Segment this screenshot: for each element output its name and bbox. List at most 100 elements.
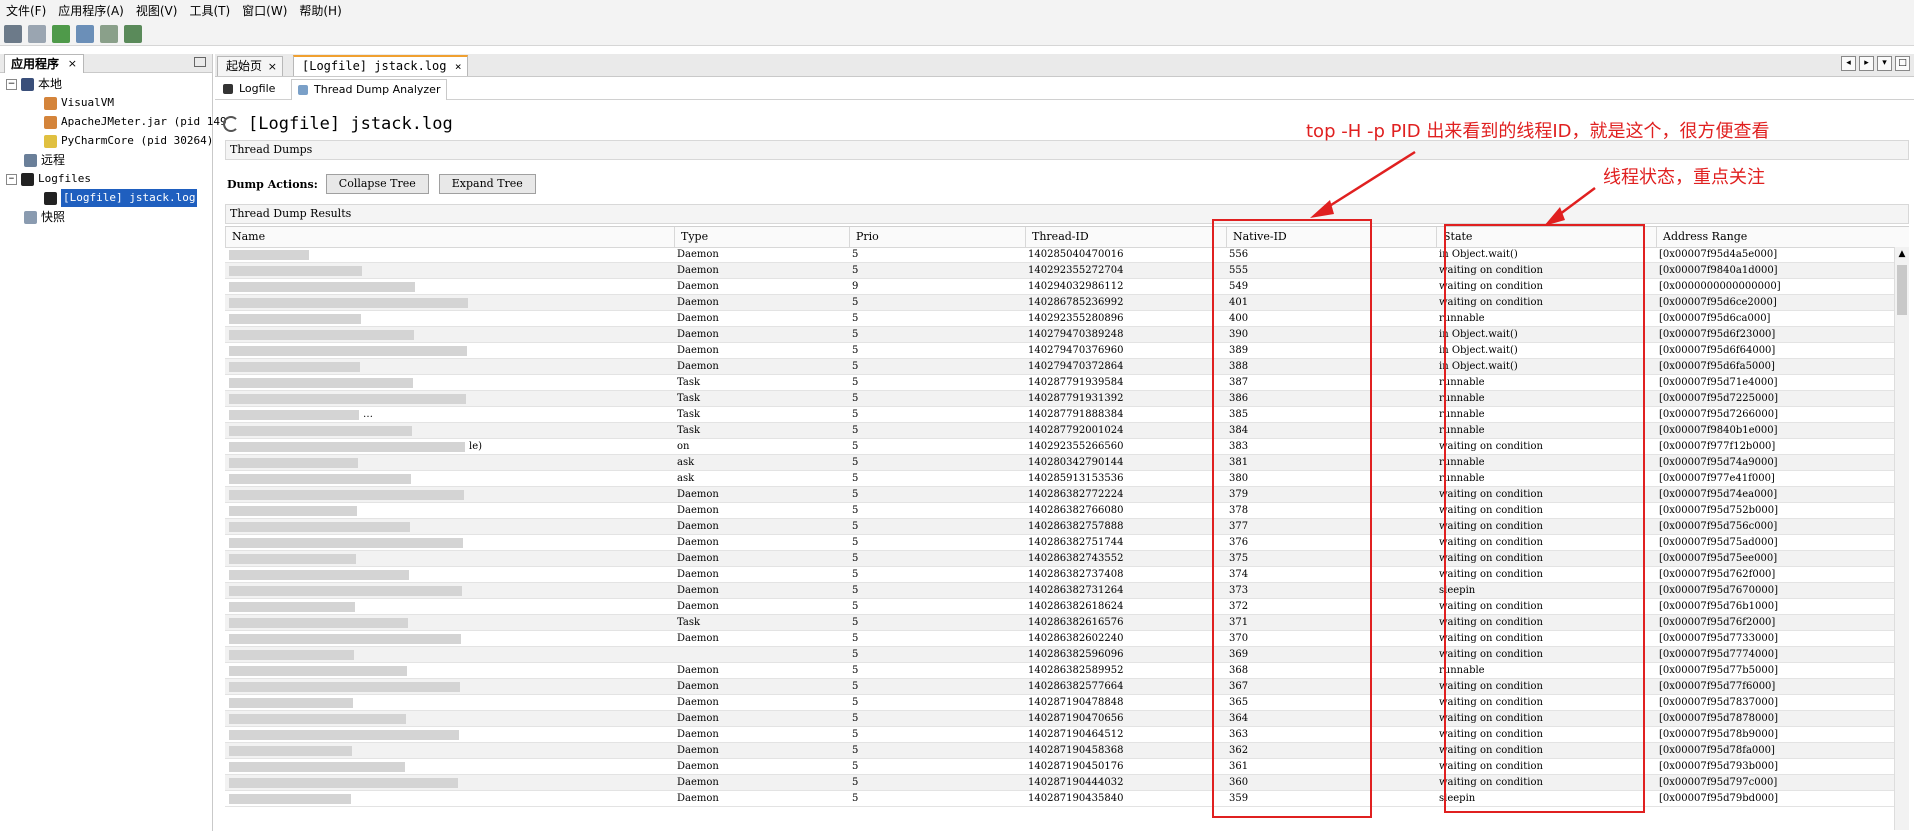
tree-node-jmeter[interactable]: ApacheJMeter.jar (pid 149 [44,113,227,131]
table-row[interactable]: Daemon 5 140286785236992 401 waiting on cond… [225,295,1909,311]
tab-list-icon[interactable]: ▾ [1877,56,1892,71]
column-header-prio[interactable]: Prio [849,227,1025,247]
menu-window[interactable]: 窗口(W) [236,0,293,22]
table-row[interactable]: Daemon 5 140286382757888 377 waiting on cond… [225,519,1909,535]
tree-node-label: 本地 [38,77,63,91]
table-row[interactable]: Daemon 5 140285040470016 556 in Object.wait(… [225,247,1909,263]
tab-thread-dump-analyzer[interactable]: Thread Dump Analyzer [291,79,448,100]
collapse-icon[interactable]: − [6,173,17,185]
applications-tab[interactable]: 应用程序 × [4,54,85,73]
cell-prio: 5 [852,729,859,740]
expand-tree-button[interactable]: Expand Tree [438,174,536,194]
table-row[interactable]: Daemon 9 140294032986112 549 waiting on cond… [225,279,1909,295]
close-icon[interactable]: × [455,57,462,76]
table-row[interactable]: le) on 5 140292355266560 383 waiting on condi… [225,439,1909,455]
table-row[interactable]: Daemon 5 140279470389248 390 in Object.wait(… [225,327,1909,343]
table-row[interactable]: Daemon 5 140286382737408 374 waiting on cond… [225,567,1909,583]
scroll-right-icon[interactable]: ▸ [1859,56,1874,71]
table-row[interactable]: Daemon 5 140279470372864 388 in Object.wait(… [225,359,1909,375]
tree-node-logfile-jstack[interactable]: [Logfile] jstack.log [44,189,198,207]
table-row[interactable]: Daemon 5 140286382751744 376 waiting on cond… [225,535,1909,551]
save-icon[interactable] [28,24,46,43]
menu-file[interactable]: 文件(F) [0,0,52,22]
column-header-address-range[interactable]: Address Range [1656,227,1895,247]
table-row[interactable]: Daemon 5 140287190435840 359 sleepin [0x00007… [225,791,1909,807]
cell-type: Daemon [677,601,719,612]
add-jmx-icon[interactable] [52,24,70,43]
table-row[interactable]: ask 5 140285913153536 380 runnable [0x00007f9… [225,471,1909,487]
cell-type: Daemon [677,521,719,532]
menu-tools[interactable]: 工具(T) [183,0,236,22]
cell-thread-id: 140287190464512 [1028,729,1124,740]
cell-type: Daemon [677,361,719,372]
cell-prio: 5 [852,665,859,676]
close-icon[interactable]: × [68,55,77,73]
table-row[interactable]: Task 5 140287791931392 386 runnable [0x00007f… [225,391,1909,407]
table-row[interactable]: Daemon 5 140286382731264 373 sleepin [0x00007… [225,583,1909,599]
tab-logfile[interactable]: Logfile [217,79,281,99]
table-row[interactable]: Daemon 5 140286382766080 378 waiting on cond… [225,503,1909,519]
table-row[interactable]: Daemon 5 140279470376960 389 in Object.wait(… [225,343,1909,359]
cell-prio: 5 [852,601,859,612]
scroll-up-icon[interactable]: ▲ [1895,249,1909,259]
table-row[interactable]: Daemon 5 140286382602240 370 waiting on cond… [225,631,1909,647]
load-icon[interactable] [4,24,22,43]
cell-type: Daemon [677,633,719,644]
table-row[interactable]: Daemon 5 140287190450176 361 waiting on cond… [225,759,1909,775]
table-row[interactable]: Daemon 5 140287190444032 360 waiting on cond… [225,775,1909,791]
tab-start-page[interactable]: 起始页 × [217,56,284,76]
cell-type: ask [677,473,695,484]
add-remote-host-icon[interactable] [76,24,94,43]
tree-node-pycharm[interactable]: PyCharmCore (pid 30264) [44,132,213,150]
table-row[interactable]: … Task 5 140287791888384 385 runnable [0x00007… [225,407,1909,423]
applications-panel: 应用程序 × − 本地 VisualVM ApacheJMeter.jar (p… [0,54,227,831]
tree-node-remote[interactable]: 远程 [24,151,65,169]
table-row[interactable]: Daemon 5 140286382618624 372 waiting on cond… [225,599,1909,615]
table-row[interactable]: Task 5 140287792001024 384 runnable [0x00007f… [225,423,1909,439]
table-row[interactable]: Daemon 5 140287190478848 365 waiting on cond… [225,695,1909,711]
table-row[interactable]: 5 140286382596096 369 waiting on condition[… [225,647,1909,663]
table-row[interactable]: Daemon 5 140287190470656 364 waiting on cond… [225,711,1909,727]
table-row[interactable]: Daemon 5 140292355280896 400 runnable [0x0000… [225,311,1909,327]
menu-view[interactable]: 视图(V) [130,0,184,22]
column-header-type[interactable]: Type [674,227,849,247]
minimize-icon[interactable] [194,57,206,67]
thread-dumps-header[interactable]: Thread Dumps [225,140,1909,160]
tree-node-snapshots[interactable]: 快照 [24,208,65,226]
table-row[interactable]: ask 5 140280342790144 381 runnable [0x00007f9… [225,455,1909,471]
table-row[interactable]: Daemon 5 140292355272704 555 waiting on cond… [225,263,1909,279]
tree-node-logfiles[interactable]: − Logfiles [6,170,91,188]
maximize-icon[interactable]: □ [1895,56,1910,71]
cell-type: Daemon [677,697,719,708]
cell-thread-id: 140286382743552 [1028,553,1124,564]
menu-applications[interactable]: 应用程序(A) [52,0,130,22]
logfile-icon [44,191,57,205]
table-row[interactable]: Daemon 5 140286382577664 367 waiting on cond… [225,679,1909,695]
thread-dump-results-header[interactable]: Thread Dump Results [225,204,1909,224]
table-row[interactable]: Daemon 5 140286382772224 379 waiting on cond… [225,487,1909,503]
tab-jstack-log[interactable]: [Logfile] jstack.log × [293,55,468,76]
scrollbar-thumb[interactable] [1897,265,1907,315]
tree-node-local[interactable]: − 本地 [6,75,62,93]
menu-help[interactable]: 帮助(H) [293,0,347,22]
tree-node-visualvm[interactable]: VisualVM [44,94,114,112]
collapse-tree-button[interactable]: Collapse Tree [325,174,429,194]
table-row[interactable]: Daemon 5 140287190458368 362 waiting on cond… [225,743,1909,759]
table-row[interactable]: Daemon 5 140286382743552 375 waiting on cond… [225,551,1909,567]
cell-prio: 5 [852,633,859,644]
scroll-left-icon[interactable]: ◂ [1841,56,1856,71]
add-snapshot-icon[interactable] [124,24,142,43]
cell-type: Daemon [677,345,719,356]
add-core-dump-icon[interactable] [100,24,118,43]
table-row[interactable]: Daemon 5 140287190464512 363 waiting on cond… [225,727,1909,743]
cell-type: Daemon [677,681,719,692]
table-row[interactable]: Task 5 140287791939584 387 runnable [0x00007f… [225,375,1909,391]
table-row[interactable]: Daemon 5 140286382589952 368 runnable [0x0000… [225,663,1909,679]
column-header-name[interactable]: Name [225,227,674,247]
cell-address-range: [0x00007f95d6fa5000] [1659,361,1775,372]
vertical-scrollbar[interactable]: ▲ ▼ [1894,247,1909,830]
close-icon[interactable]: × [268,57,277,76]
table-row[interactable]: Task 5 140286382616576 371 waiting on condit… [225,615,1909,631]
column-header-thread-id[interactable]: Thread-ID [1025,227,1226,247]
collapse-icon[interactable]: − [6,78,17,90]
